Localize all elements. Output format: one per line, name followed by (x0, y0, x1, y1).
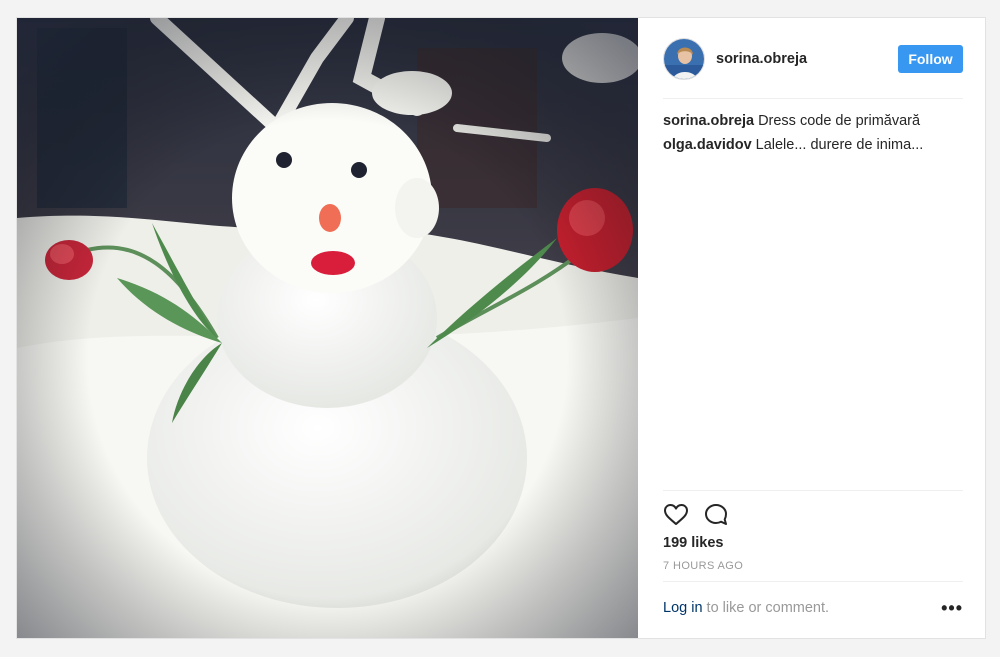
comment-text: Dress code de primăvară (758, 113, 921, 129)
post-card: sorina.obreja Follow sorina.obreja Dress … (16, 17, 986, 639)
comment-bubble-icon[interactable] (703, 502, 729, 528)
post-header: sorina.obreja Follow (663, 38, 963, 82)
heart-icon[interactable] (663, 502, 689, 528)
comment-item: sorina.obreja Dress code de primăvară (663, 112, 963, 130)
snowman-photo-illustration (17, 18, 638, 638)
comment-text: Lalele... durere de inima... (755, 137, 924, 153)
post-sidebar: sorina.obreja Follow sorina.obreja Dress … (639, 18, 985, 638)
login-link[interactable]: Log in (663, 600, 703, 616)
follow-button[interactable]: Follow (898, 45, 963, 73)
comment-username[interactable]: olga.davidov (663, 137, 752, 153)
more-options-icon[interactable]: ••• (941, 598, 963, 619)
comment-username[interactable]: sorina.obreja (663, 113, 754, 129)
likes-count[interactable]: 199 likes (663, 535, 723, 551)
avatar-image (664, 39, 704, 79)
post-username[interactable]: sorina.obreja (716, 51, 807, 67)
post-actions (663, 502, 963, 532)
actions-divider (663, 490, 963, 491)
post-photo[interactable] (17, 18, 638, 638)
header-divider (663, 98, 963, 99)
login-prompt: Log in to like or comment. ••• (663, 598, 963, 620)
post-timestamp[interactable]: 7 HOURS AGO (663, 560, 743, 572)
footer-divider (663, 581, 963, 582)
avatar[interactable] (663, 38, 705, 80)
login-prompt-text: to like or comment. (706, 600, 830, 616)
comments-list: sorina.obreja Dress code de primăvară olg… (663, 112, 963, 160)
comment-item: olga.davidov Lalele... durere de inima... (663, 136, 963, 154)
